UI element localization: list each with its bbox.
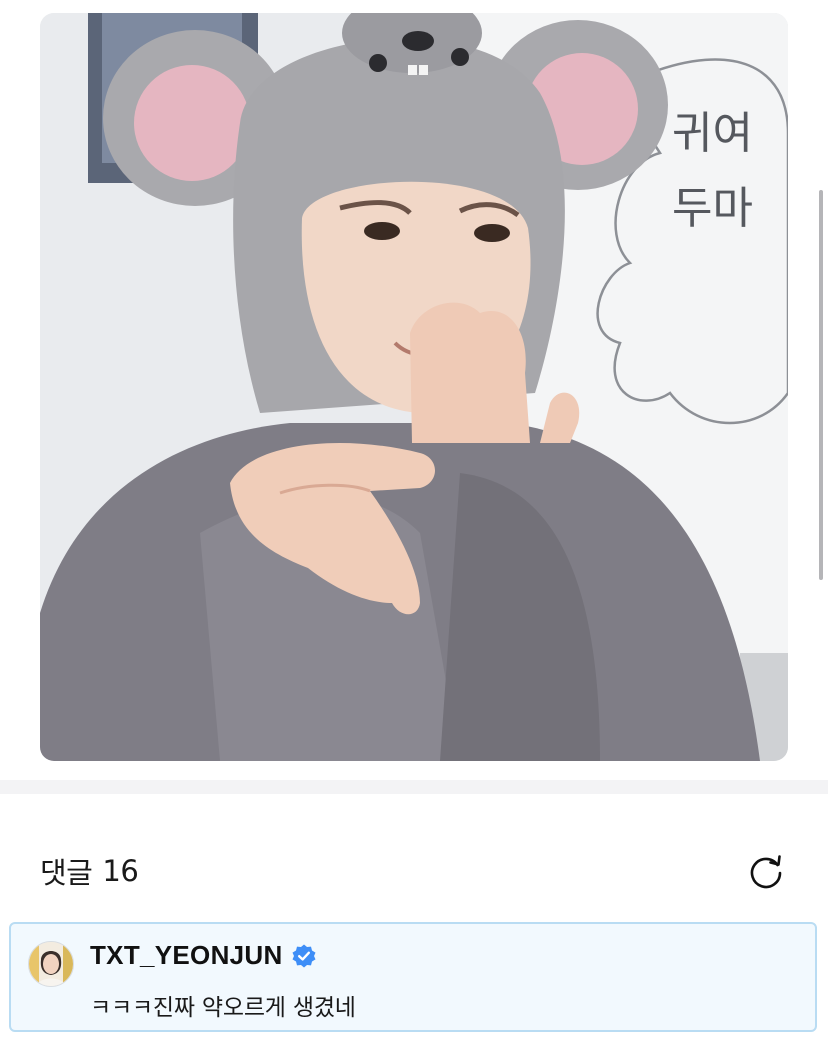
comment-text: ㅋㅋㅋ진짜 약오르게 생겼네 [90, 995, 356, 1021]
post-detail-screen: 귀여 두마 댓글 16 TXT_YEONJUN ㅋㅋㅋ진짜 약오르게 생겼네 [0, 0, 828, 1047]
comments-label: 댓글 [40, 856, 93, 890]
verified-badge-icon [292, 944, 316, 967]
scrollbar[interactable] [817, 0, 825, 780]
refresh-icon [750, 855, 782, 889]
avatar[interactable] [28, 941, 74, 987]
whiteboard-text-1: 귀여 [672, 108, 753, 159]
comment-author-row: TXT_YEONJUN [90, 940, 317, 971]
scrollbar-thumb[interactable] [819, 190, 823, 580]
comment-author[interactable]: TXT_YEONJUN [90, 940, 283, 971]
section-divider [0, 780, 828, 794]
comments-header: 댓글 16 [40, 846, 788, 896]
comments-count: 16 [102, 854, 139, 888]
comment-item[interactable]: TXT_YEONJUN ㅋㅋㅋ진짜 약오르게 생겼네 [9, 922, 817, 1032]
post-photo[interactable]: 귀여 두마 [40, 13, 788, 761]
refresh-button[interactable] [744, 849, 788, 893]
whiteboard-text-2: 두마 [672, 183, 753, 234]
photo-illustration: 귀여 두마 [40, 13, 788, 761]
avatar-image [29, 942, 73, 986]
comments-title: 댓글 16 [40, 850, 139, 892]
